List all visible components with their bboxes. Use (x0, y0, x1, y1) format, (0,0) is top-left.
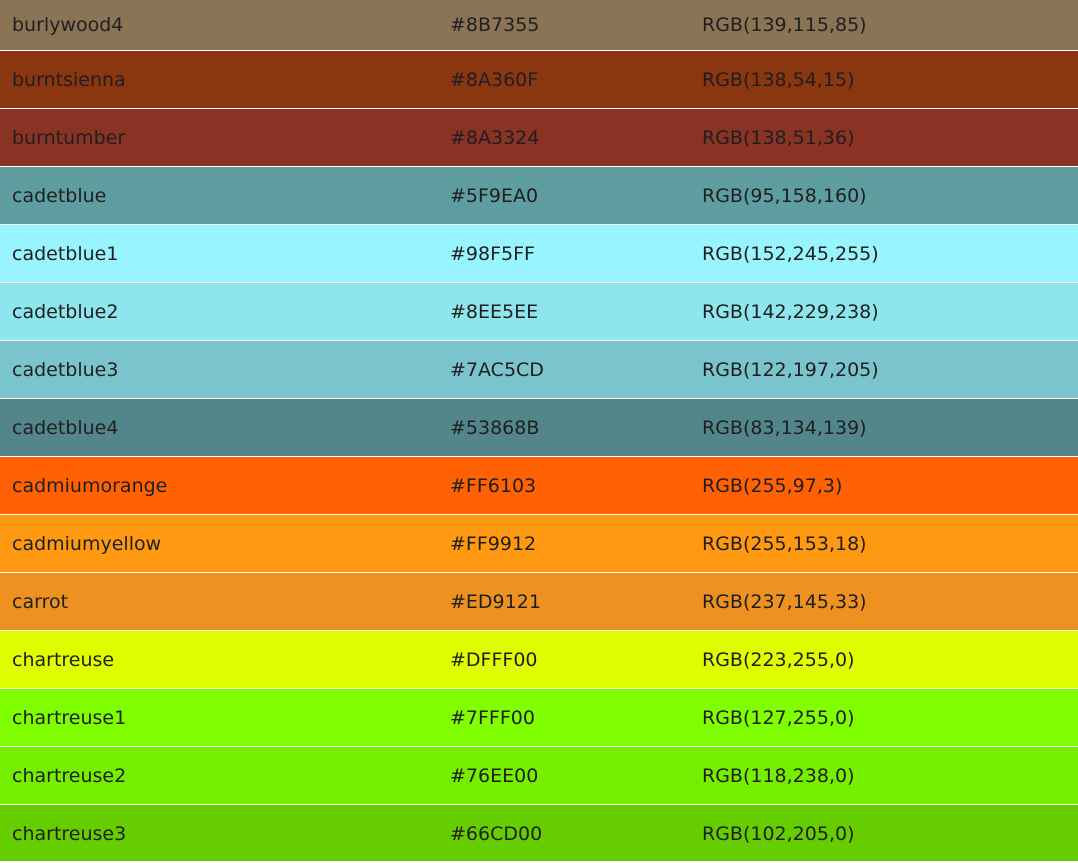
color-hex: #8A360F (450, 69, 539, 91)
color-row: carrot #ED9121 RGB(237,145,33) (0, 573, 1078, 631)
color-name: burlywood4 (12, 14, 124, 36)
color-name: cadmiumorange (12, 475, 168, 497)
color-row: cadetblue2 #8EE5EE RGB(142,229,238) (0, 283, 1078, 341)
color-rgb: RGB(118,238,0) (702, 765, 855, 787)
color-name: cadetblue3 (12, 359, 119, 381)
color-row: chartreuse2 #76EE00 RGB(118,238,0) (0, 747, 1078, 805)
color-hex: #8A3324 (450, 127, 540, 149)
color-row: chartreuse1 #7FFF00 RGB(127,255,0) (0, 689, 1078, 747)
color-rgb: RGB(152,245,255) (702, 243, 879, 265)
color-hex: #FF6103 (450, 475, 537, 497)
color-row: chartreuse3 #66CD00 RGB(102,205,0) (0, 805, 1078, 861)
color-rgb: RGB(223,255,0) (702, 649, 855, 671)
color-hex: #98F5FF (450, 243, 535, 265)
color-rgb: RGB(138,54,15) (702, 69, 855, 91)
color-row: burntumber #8A3324 RGB(138,51,36) (0, 109, 1078, 167)
color-rgb: RGB(138,51,36) (702, 127, 855, 149)
color-rgb: RGB(83,134,139) (702, 417, 867, 439)
color-name: chartreuse1 (12, 707, 127, 729)
color-name: chartreuse2 (12, 765, 127, 787)
color-row: cadmiumyellow #FF9912 RGB(255,153,18) (0, 515, 1078, 573)
color-rgb: RGB(139,115,85) (702, 14, 867, 36)
color-hex: #66CD00 (450, 822, 543, 845)
color-hex: #FF9912 (450, 533, 537, 555)
color-hex: #7AC5CD (450, 359, 544, 381)
color-hex: #8EE5EE (450, 301, 539, 323)
color-name: cadetblue (12, 185, 107, 207)
color-name: chartreuse (12, 649, 115, 671)
color-rgb: RGB(142,229,238) (702, 301, 879, 323)
color-hex: #76EE00 (450, 765, 539, 787)
color-name: carrot (12, 591, 69, 613)
color-hex: #7FFF00 (450, 707, 535, 729)
color-rgb: RGB(237,145,33) (702, 591, 867, 613)
color-hex: #53868B (450, 417, 540, 439)
color-hex: #5F9EA0 (450, 185, 539, 207)
color-row: cadetblue1 #98F5FF RGB(152,245,255) (0, 225, 1078, 283)
color-rgb: RGB(127,255,0) (702, 707, 855, 729)
color-name: cadetblue2 (12, 301, 119, 323)
color-row: burntsienna #8A360F RGB(138,54,15) (0, 51, 1078, 109)
color-row: cadetblue4 #53868B RGB(83,134,139) (0, 399, 1078, 457)
color-rgb: RGB(255,153,18) (702, 533, 867, 555)
color-name: burntsienna (12, 69, 126, 91)
color-row: chartreuse #DFFF00 RGB(223,255,0) (0, 631, 1078, 689)
color-hex: #ED9121 (450, 591, 541, 613)
color-name: cadetblue4 (12, 417, 119, 439)
color-rgb: RGB(122,197,205) (702, 359, 879, 381)
color-row: cadmiumorange #FF6103 RGB(255,97,3) (0, 457, 1078, 515)
color-name: cadmiumyellow (12, 533, 162, 555)
color-name: cadetblue1 (12, 243, 119, 265)
color-rgb: RGB(95,158,160) (702, 185, 867, 207)
color-rgb: RGB(102,205,0) (702, 822, 855, 845)
color-row: cadetblue #5F9EA0 RGB(95,158,160) (0, 167, 1078, 225)
color-row: cadetblue3 #7AC5CD RGB(122,197,205) (0, 341, 1078, 399)
color-hex: #8B7355 (450, 14, 540, 36)
color-row: burlywood4 #8B7355 RGB(139,115,85) (0, 0, 1078, 51)
color-name: burntumber (12, 127, 126, 149)
color-rgb: RGB(255,97,3) (702, 475, 843, 497)
color-hex: #DFFF00 (450, 649, 538, 671)
color-name: chartreuse3 (12, 822, 127, 845)
color-table: burlywood4 #8B7355 RGB(139,115,85) burnt… (0, 0, 1078, 863)
